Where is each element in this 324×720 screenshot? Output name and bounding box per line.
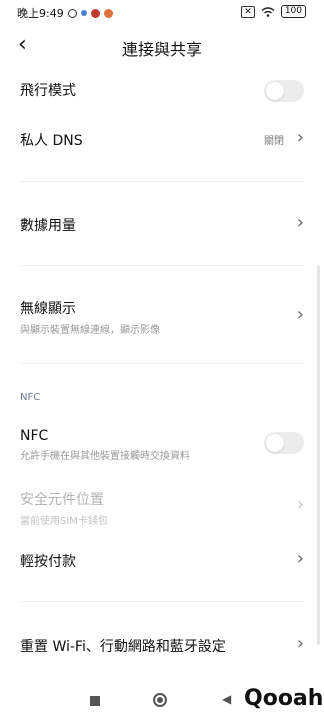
private-dns-row[interactable]: 私人 DNS 關閉 › — [20, 127, 304, 150]
wireless-display-subtitle: 與顯示裝置無線連線，顯示影像 — [20, 325, 160, 336]
chevron-right-icon: › — [296, 212, 304, 233]
tap-pay-row[interactable]: 輕按付款 › — [20, 548, 304, 571]
toggle-knob — [266, 434, 284, 452]
chevron-right-icon: › — [296, 548, 304, 569]
nfc-row[interactable]: NFC 允許手機在與其他裝置接觸時交換資料 — [20, 428, 304, 462]
chevron-right-icon: › — [296, 494, 304, 515]
sync-icon — [67, 8, 77, 18]
secure-element-label: 安全元件位置 — [20, 492, 104, 508]
reset-network-row[interactable]: 重置 Wi-Fi、行動網路和藍牙設定 › — [20, 633, 304, 656]
status-bar: 晚上9:49 ✕ 100 — [0, 0, 324, 24]
app-icon — [103, 8, 113, 18]
no-sim-icon: ✕ — [241, 5, 255, 18]
divider — [20, 363, 304, 364]
chevron-right-icon: › — [296, 127, 304, 148]
assistant-icon — [80, 10, 87, 16]
chevron-right-icon: › — [296, 304, 304, 325]
status-right: ✕ 100 — [241, 5, 306, 18]
scrollbar[interactable] — [317, 265, 320, 645]
section-header-nfc: NFC — [20, 392, 41, 403]
header: ‹ 連接與共享 — [0, 28, 324, 64]
secure-element-row: 安全元件位置 當前使用SIM卡錢包 › — [20, 489, 304, 527]
status-time: 晚上9:49 — [17, 7, 64, 20]
airplane-mode-label: 飛行模式 — [20, 83, 76, 99]
page-title: 連接與共享 — [121, 40, 202, 59]
toggle-knob — [266, 82, 284, 100]
back-button[interactable]: ◀ — [222, 692, 231, 706]
home-button[interactable] — [153, 693, 167, 707]
private-dns-label: 私人 DNS — [20, 133, 83, 149]
private-dns-value: 關閉 — [264, 136, 284, 147]
nfc-subtitle: 允許手機在與其他裝置接觸時交換資料 — [20, 451, 190, 462]
nfc-label: NFC — [20, 428, 49, 444]
divider — [20, 181, 304, 182]
nfc-toggle[interactable] — [264, 432, 304, 454]
airplane-mode-row[interactable]: 飛行模式 — [20, 80, 304, 104]
reset-network-label: 重置 Wi-Fi、行動網路和藍牙設定 — [20, 639, 226, 655]
data-usage-row[interactable]: 數據用量 › — [20, 212, 304, 235]
divider — [20, 265, 304, 266]
wifi-icon — [261, 6, 275, 17]
recents-button[interactable] — [90, 696, 100, 706]
watermark-logo: Qooah — [244, 686, 324, 711]
wireless-display-label: 無線顯示 — [20, 301, 76, 317]
airplane-mode-toggle[interactable] — [264, 80, 304, 102]
data-usage-label: 數據用量 — [20, 218, 76, 234]
navigation-bar: ◀ Qooah — [0, 684, 324, 720]
chevron-right-icon: › — [296, 633, 304, 654]
divider — [20, 601, 304, 602]
battery-indicator: 100 — [280, 5, 306, 18]
tap-pay-label: 輕按付款 — [20, 554, 76, 570]
wireless-display-row[interactable]: 無線顯示 與顯示裝置無線連線，顯示影像 › — [20, 298, 304, 336]
status-left: 晚上9:49 — [17, 5, 113, 21]
app-icon — [90, 8, 100, 18]
secure-element-subtitle: 當前使用SIM卡錢包 — [20, 516, 108, 527]
